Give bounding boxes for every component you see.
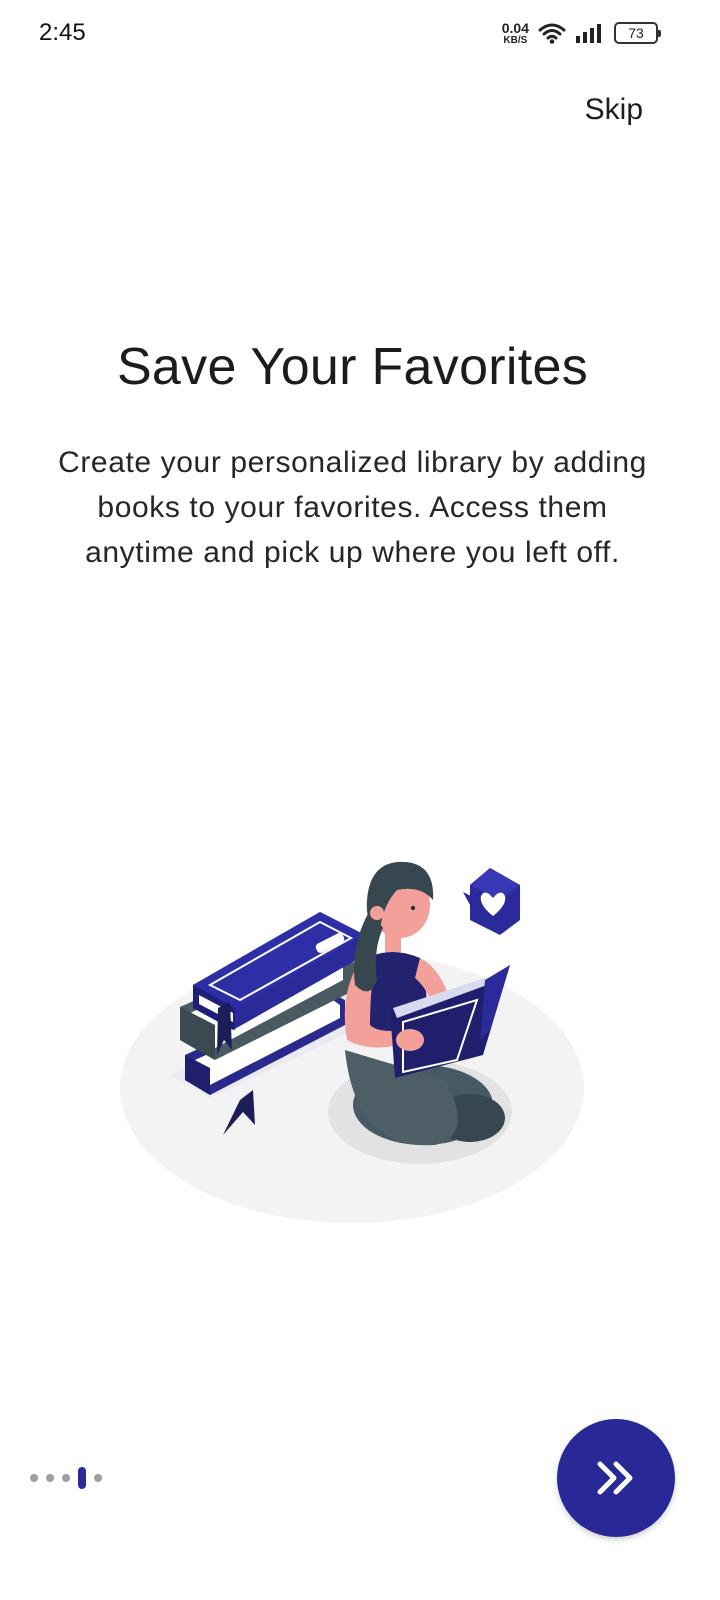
status-icons: 0.04 KB/S 73 <box>502 18 661 48</box>
skip-button[interactable]: Skip <box>585 93 643 127</box>
network-speed-unit: KB/S <box>503 34 528 46</box>
battery-icon: 73 <box>614 22 661 44</box>
page-dot-active <box>78 1467 86 1489</box>
page-dot <box>30 1474 38 1482</box>
network-speed: 0.04 KB/S <box>502 21 529 46</box>
network-speed-value: 0.04 <box>501 19 529 36</box>
signal-icon <box>576 24 601 43</box>
wifi-icon <box>538 23 566 44</box>
page-dot <box>62 1474 70 1482</box>
page-title: Save Your Favorites <box>116 338 589 396</box>
next-button[interactable] <box>557 1419 675 1537</box>
status-time: 2:45 <box>39 19 86 46</box>
battery-level: 73 <box>628 25 644 41</box>
page-dot <box>94 1474 102 1482</box>
page-dot <box>46 1474 54 1482</box>
page-description: Create your personalized library by addi… <box>58 446 647 569</box>
status-bar: 2:45 0.04 KB/S 73 <box>0 0 720 66</box>
page-indicator <box>30 1466 102 1490</box>
double-chevron-right-icon <box>597 1461 633 1495</box>
woman-reading-books-illustration <box>120 861 584 1223</box>
